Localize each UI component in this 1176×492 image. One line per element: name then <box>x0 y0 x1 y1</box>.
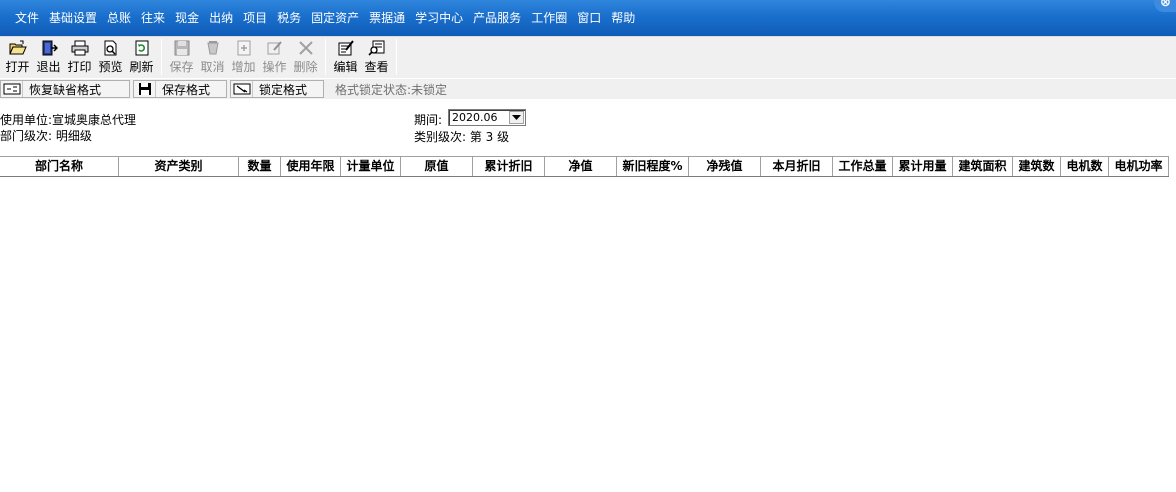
menu-file[interactable]: 文件 <box>10 8 44 28</box>
chevron-down-icon[interactable] <box>509 111 524 124</box>
view-magnifier-icon <box>367 39 387 57</box>
menu-bar: 文件 基础设置 总账 往来 现金 出纳 项目 税务 固定资产 票据通 学习中心 … <box>0 0 1176 36</box>
column-header-net-residual[interactable]: 净残值 <box>689 157 761 176</box>
cancel-button[interactable]: 取消 <box>197 39 228 77</box>
period-select[interactable]: 2020.06 <box>448 109 526 126</box>
exit-button[interactable]: 退出 <box>33 39 64 77</box>
menu-product-service[interactable]: 产品服务 <box>468 8 526 28</box>
asset-table-header: 部门名称 资产类别 数量 使用年限 计量单位 原值 累计折旧 净值 新旧程度% … <box>0 156 1169 177</box>
toolbar: 打开 退出 打印 预览 刷新 保存 取消 增加 操作 删除 编辑 查看 <box>0 36 1176 78</box>
column-header-net-value[interactable]: 净值 <box>545 157 617 176</box>
menu-bill-pass[interactable]: 票据通 <box>364 8 410 28</box>
column-header-motor-count[interactable]: 电机数 <box>1061 157 1109 176</box>
operate-icon <box>265 39 285 57</box>
floppy-disk-icon <box>172 39 192 57</box>
lock-state-text: 格式锁定状态:未锁定 <box>335 82 448 97</box>
toolbar-separator <box>396 39 397 75</box>
restore-default-format-button[interactable]: 恢复缺省格式 <box>0 80 130 98</box>
printer-icon <box>70 39 90 57</box>
period-value: 2020.06 <box>452 111 498 124</box>
format-bar: 恢复缺省格式 保存格式 锁定格式 格式锁定状态:未锁定 <box>0 79 1176 99</box>
menu-window[interactable]: 窗口 <box>572 8 606 28</box>
menu-help[interactable]: 帮助 <box>606 8 640 28</box>
edit-icon <box>336 39 356 57</box>
column-header-total-workload[interactable]: 工作总量 <box>833 157 893 176</box>
save-format-button[interactable]: 保存格式 <box>133 80 227 98</box>
refresh-icon <box>132 39 152 57</box>
delete-x-icon <box>296 39 316 57</box>
close-icon[interactable]: ⊗ <box>1154 0 1176 12</box>
menu-accounts[interactable]: 往来 <box>136 8 170 28</box>
door-exit-icon <box>39 39 59 57</box>
column-header-asset-category[interactable]: 资产类别 <box>119 157 239 176</box>
floppy-disk-icon <box>134 81 156 97</box>
menu-tax[interactable]: 税务 <box>272 8 306 28</box>
view-button[interactable]: 查看 <box>361 39 392 77</box>
column-header-quantity[interactable]: 数量 <box>239 157 281 176</box>
delete-button[interactable]: 删除 <box>290 39 321 77</box>
menu-cashier[interactable]: 出纳 <box>204 8 238 28</box>
menu-learning-center[interactable]: 学习中心 <box>410 8 468 28</box>
column-header-motor-power[interactable]: 电机功率 <box>1109 157 1169 176</box>
column-header-unit[interactable]: 计量单位 <box>341 157 401 176</box>
refresh-button[interactable]: 刷新 <box>126 39 157 77</box>
preview-icon <box>101 39 121 57</box>
column-header-monthly-depreciation[interactable]: 本月折旧 <box>761 157 833 176</box>
menu-fixed-assets[interactable]: 固定资产 <box>306 8 364 28</box>
add-button[interactable]: 增加 <box>228 39 259 77</box>
column-header-service-life[interactable]: 使用年限 <box>281 157 341 176</box>
column-header-accumulated-depreciation[interactable]: 累计折旧 <box>473 157 545 176</box>
lock-format-icon <box>231 81 253 97</box>
column-header-newness-percent[interactable]: 新旧程度% <box>617 157 689 176</box>
add-icon <box>234 39 254 57</box>
menu-work-circle[interactable]: 工作圈 <box>526 8 572 28</box>
menu-general-ledger[interactable]: 总账 <box>102 8 136 28</box>
toolbar-separator <box>161 39 162 75</box>
print-button[interactable]: 打印 <box>64 39 95 77</box>
toolbar-separator <box>325 39 326 75</box>
column-header-dept-name[interactable]: 部门名称 <box>0 157 119 176</box>
dept-level-label: 部门级次: 明细级 <box>0 129 92 143</box>
column-header-building-count[interactable]: 建筑数 <box>1013 157 1061 176</box>
menu-cash[interactable]: 现金 <box>170 8 204 28</box>
preview-button[interactable]: 预览 <box>95 39 126 77</box>
menu-project[interactable]: 项目 <box>238 8 272 28</box>
column-header-original-value[interactable]: 原值 <box>401 157 473 176</box>
cancel-icon <box>203 39 223 57</box>
column-header-accumulated-usage[interactable]: 累计用量 <box>893 157 953 176</box>
category-level-label: 类别级次: 第 3 级 <box>414 130 510 144</box>
period-label: 期间: <box>414 113 443 127</box>
unit-label: 使用单位:宣城奥康总代理 <box>0 113 137 127</box>
menu-basic-settings[interactable]: 基础设置 <box>44 8 102 28</box>
restore-icon <box>1 81 23 97</box>
folder-open-icon <box>8 39 28 57</box>
operate-button[interactable]: 操作 <box>259 39 290 77</box>
column-header-building-area[interactable]: 建筑面积 <box>953 157 1013 176</box>
open-button[interactable]: 打开 <box>2 39 33 77</box>
edit-button[interactable]: 编辑 <box>330 39 361 77</box>
lock-format-button[interactable]: 锁定格式 <box>230 80 324 98</box>
save-button[interactable]: 保存 <box>166 39 197 77</box>
